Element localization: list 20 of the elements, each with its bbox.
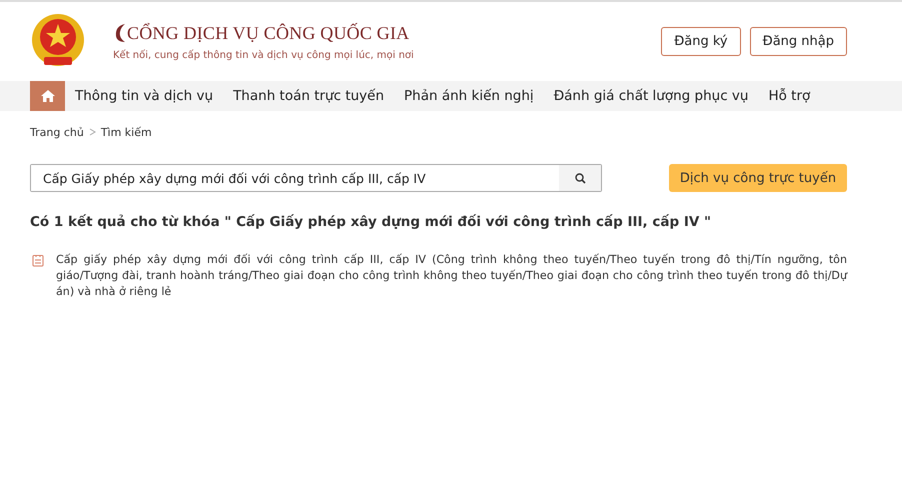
account-button[interactable]: Đăng nhập [750,27,847,56]
breadcrumb-link[interactable]: Tìm kiếm [100,126,152,139]
home-button[interactable] [30,81,65,111]
nav-item[interactable]: Đánh giá chất lượng phục vụ [544,88,758,104]
nav-item[interactable]: Phản ánh kiến nghị [394,88,544,104]
breadcrumb-link[interactable]: Trang chủ [30,126,84,139]
result-link[interactable]: Cấp giấy phép xây dựng mới đối với công trình cấp III, cấp IV (Công trình không theo tuyến/Theo tuyến trong đô thị/Tín ngưỡng, tôn giáo/Tượng đài, tranh hoành tráng/Theo giai đoạn cho công trình không theo tuyến/Theo giai đoạn cho công trình theo tuyến trong đô thị/Dự án) và nhà ở riêng lẻ [56,252,847,300]
nav-item[interactable]: Thanh toán trực tuyến [223,88,394,104]
document-icon [32,254,44,267]
site-title: CỔNG DỊCH VỤ CÔNG QUỐC GIA [127,23,410,44]
nav-item[interactable]: Hỗ trợ [758,88,820,104]
online-services-button[interactable]: Dịch vụ công trực tuyến [669,164,847,192]
search-button[interactable] [559,165,601,191]
nav-item[interactable]: Thông tin và dịch vụ [65,88,224,104]
search-icon [574,172,586,184]
site-subtitle: Kết nối, cung cấp thông tin và dịch vụ công mọi lúc, mọi nơi [113,50,414,61]
search-field[interactable]: Cấp Giấy phép xây dựng mới đối với công trình cấp III, cấp IV [30,164,602,192]
account-button[interactable]: Đăng ký [661,27,741,56]
home-icon [40,89,56,103]
results-heading: Có 1 kết quả cho từ khóa " Cấp Giấy phép xây dựng mới đối với công trình cấp III, cấp IV " [30,214,712,230]
